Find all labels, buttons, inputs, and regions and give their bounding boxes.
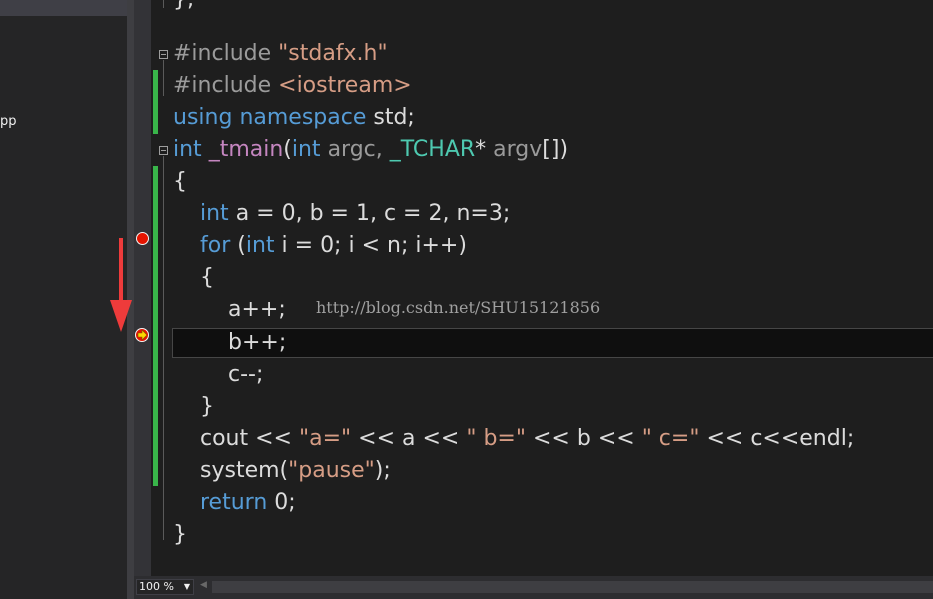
code-token: std; — [373, 105, 415, 130]
code-line: #include <iostream> — [173, 70, 412, 102]
zoom-dropdown[interactable]: 100 % ▼ — [136, 579, 194, 595]
code-token: int — [200, 201, 229, 226]
sidebar-file-item[interactable]: pp — [0, 114, 17, 129]
editor-bottom-bar: 100 % ▼ ◀ — [134, 576, 933, 599]
code-token: int — [245, 233, 275, 258]
code-line: int _tmain(int argc, _TCHAR* argv[]) — [173, 134, 568, 166]
code-token: <iostream> — [278, 73, 412, 98]
watermark-text: http://blog.csdn.net/SHU15121856 — [316, 298, 601, 317]
code-token: int — [173, 137, 202, 162]
code-token: "a=" — [299, 426, 352, 451]
code-line: { — [200, 262, 214, 294]
outline-guide — [163, 60, 164, 96]
code-line: using namespace std; — [173, 102, 415, 134]
outline-guide — [163, 156, 164, 540]
collapse-icon[interactable] — [159, 50, 168, 59]
code-token: []) — [542, 137, 569, 162]
code-token: return — [200, 490, 268, 515]
code-token: argv — [493, 137, 543, 162]
collapse-icon[interactable] — [159, 146, 168, 155]
horizontal-scrollbar[interactable] — [212, 581, 933, 593]
code-line: for (int i = 0; i < n; i++) — [200, 230, 467, 262]
code-line: cout << "a=" << a << " b=" << b << " c="… — [200, 423, 854, 455]
code-token: system( — [200, 458, 289, 483]
code-line: a++; — [228, 294, 286, 326]
code-token: { — [200, 265, 214, 290]
code-token: { — [173, 169, 187, 194]
code-token: * — [475, 137, 487, 162]
code-token: } — [173, 522, 187, 547]
code-token: argc, — [327, 137, 383, 162]
scroll-left-icon[interactable]: ◀ — [200, 580, 207, 590]
execution-pointer-icon[interactable] — [135, 328, 149, 342]
code-line: c--; — [228, 359, 263, 391]
code-token: << a << — [358, 426, 460, 451]
code-line: system("pause"); — [200, 455, 391, 487]
code-token: "pause" — [288, 458, 375, 483]
code-token: } — [200, 394, 214, 419]
code-line: { — [173, 166, 187, 198]
code-token: ); — [374, 458, 391, 483]
code-token: b++; — [228, 330, 287, 355]
code-line: #include "stdafx.h" — [173, 38, 388, 70]
code-token: 0; — [274, 490, 296, 515]
code-token: ( — [283, 137, 292, 162]
code-line: return 0; — [200, 487, 296, 519]
breakpoint-icon[interactable] — [136, 232, 149, 245]
code-token: << b << — [533, 426, 635, 451]
code-line: int a = 0, b = 1, c = 2, n=3; — [200, 198, 510, 230]
code-token: #include — [173, 73, 272, 98]
code-token: a++; — [228, 297, 286, 322]
code-line: } — [173, 519, 187, 551]
code-token: c--; — [228, 362, 264, 387]
code-token: _tmain — [208, 137, 284, 162]
code-token: _TCHAR — [389, 137, 476, 162]
code-token: #include — [173, 41, 272, 66]
code-line: }; — [173, 0, 194, 16]
code-token: ( — [237, 233, 246, 258]
code-token: cout << — [200, 426, 292, 451]
down-arrow-annotation — [110, 238, 132, 332]
code-token: << c<<endl; — [706, 426, 855, 451]
code-token: using — [173, 105, 233, 130]
code-line: } — [200, 391, 214, 423]
code-token: "stdafx.h" — [278, 41, 388, 66]
code-token: int — [291, 137, 321, 162]
code-token: for — [200, 233, 231, 258]
change-indicator — [153, 70, 158, 134]
sidebar-header-strip — [0, 0, 127, 16]
outline-guide — [163, 0, 164, 8]
code-token: i = 0; i < n; i++) — [281, 233, 467, 258]
editor-margin-gutter[interactable] — [134, 0, 151, 576]
code-editor[interactable]: }; #include "stdafx.h" #include <iostrea… — [151, 0, 933, 576]
chevron-down-icon[interactable]: ▼ — [184, 580, 190, 594]
code-token: }; — [173, 0, 194, 12]
code-token: " c=" — [641, 426, 700, 451]
code-token: namespace — [239, 105, 367, 130]
zoom-value: 100 % — [139, 580, 174, 593]
code-token: a = 0, b = 1, c = 2, n=3; — [235, 201, 511, 226]
code-line: b++; — [228, 327, 286, 359]
change-indicator — [153, 166, 158, 486]
code-token: " b=" — [466, 426, 526, 451]
